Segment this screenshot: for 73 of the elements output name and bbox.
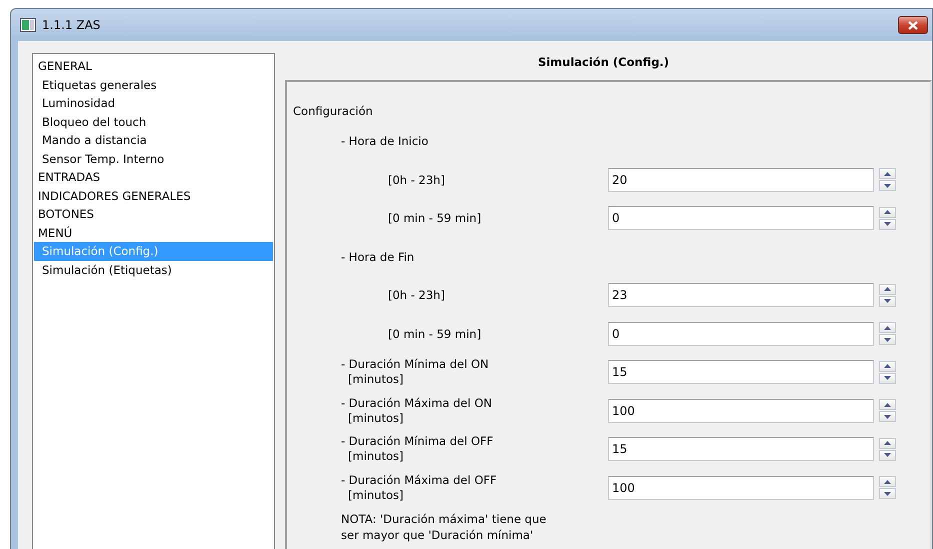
up-arrow-icon [884,441,891,446]
spin-down-button[interactable] [879,450,896,461]
field-label: - Duración Máxima del ON [341,396,493,411]
number-field[interactable]: 20 [608,168,874,192]
sidebar-item[interactable]: INDICADORES GENERALES [34,186,273,205]
close-button[interactable] [898,16,928,34]
number-field[interactable]: 23 [608,283,874,308]
up-arrow-icon [884,326,891,330]
down-arrow-icon [884,338,891,342]
field-label: - Duración Mínima del OFF [341,434,494,450]
spin-down-button[interactable] [879,180,896,192]
unit-label: [minutos] [347,410,404,426]
group-label: - Hora de Fin [340,250,414,264]
sidebar-item[interactable]: ENTRADAS [34,168,273,186]
spin-down-button[interactable] [879,488,896,500]
up-arrow-icon [884,287,891,292]
unit-label: [minutos] [347,372,404,388]
down-arrow-icon [884,184,891,188]
sidebar-item[interactable]: Bloqueo del touch [34,112,273,131]
down-arrow-icon [884,222,891,226]
note-text: ser mayor que 'Duración mínima' [341,527,534,543]
section-label: Configuración [293,104,373,118]
field-label: [0 min - 59 min] [388,211,482,226]
number-field[interactable]: 0 [608,206,874,230]
field-label: [0h - 23h] [388,172,446,187]
spin-up-button[interactable] [879,322,896,334]
spin-up-button[interactable] [879,206,896,218]
up-arrow-icon [884,364,891,368]
spin-up-button[interactable] [879,476,896,488]
field-label: [0h - 23h] [388,288,446,302]
spin-down-button[interactable] [879,218,896,230]
up-arrow-icon [884,480,891,484]
sidebar-item[interactable]: Mando a distancia [34,131,273,150]
spin-down-button[interactable] [879,372,896,384]
sidebar-item[interactable]: MENÚ [34,224,273,242]
unit-label: [minutos] [347,488,404,503]
number-field[interactable]: 15 [608,360,874,384]
sidebar-item[interactable]: Luminosidad [34,94,273,112]
up-arrow-icon [884,402,891,407]
app-icon [20,18,36,32]
down-arrow-icon [884,492,891,496]
sidebar-item[interactable]: Simulación (Etiquetas) [34,260,273,279]
unit-label: [minutos] [347,449,404,464]
number-field[interactable]: 100 [608,476,874,500]
group-label: - Hora de Inicio [340,134,428,148]
spin-down-button[interactable] [879,296,896,307]
down-arrow-icon [884,453,891,458]
spin-up-button[interactable] [879,438,896,449]
down-arrow-icon [884,299,891,304]
number-field[interactable]: 0 [608,322,874,346]
field-label: - Duración Mínima del ON [341,357,490,372]
down-arrow-icon [884,414,891,419]
up-arrow-icon [884,172,891,176]
number-field[interactable]: 100 [608,398,874,423]
number-field[interactable]: 15 [608,437,874,462]
spin-down-button[interactable] [879,411,896,422]
panel-title: Simulación (Config.) [536,54,670,71]
field-label: [0 min - 59 min] [388,326,482,341]
spin-down-button[interactable] [879,334,896,346]
field-label: - Duración Máxima del OFF [341,472,498,488]
note-text: NOTA: 'Duración máxima' tiene que [341,511,546,527]
close-icon [908,20,918,30]
sidebar-item[interactable]: Etiquetas generales [34,76,273,94]
up-arrow-icon [884,210,891,214]
down-arrow-icon [884,376,891,380]
sidebar-item[interactable]: BOTONES [34,205,273,224]
spin-up-button[interactable] [879,399,896,410]
spin-up-button[interactable] [879,284,896,295]
window-title: 1.1.1 ZAS [42,18,100,32]
spin-up-button[interactable] [879,168,896,180]
sidebar-item[interactable]: GENERAL [34,57,273,76]
sidebar-item[interactable]: Sensor Temp. Interno [34,150,273,168]
spin-up-button[interactable] [879,360,896,372]
